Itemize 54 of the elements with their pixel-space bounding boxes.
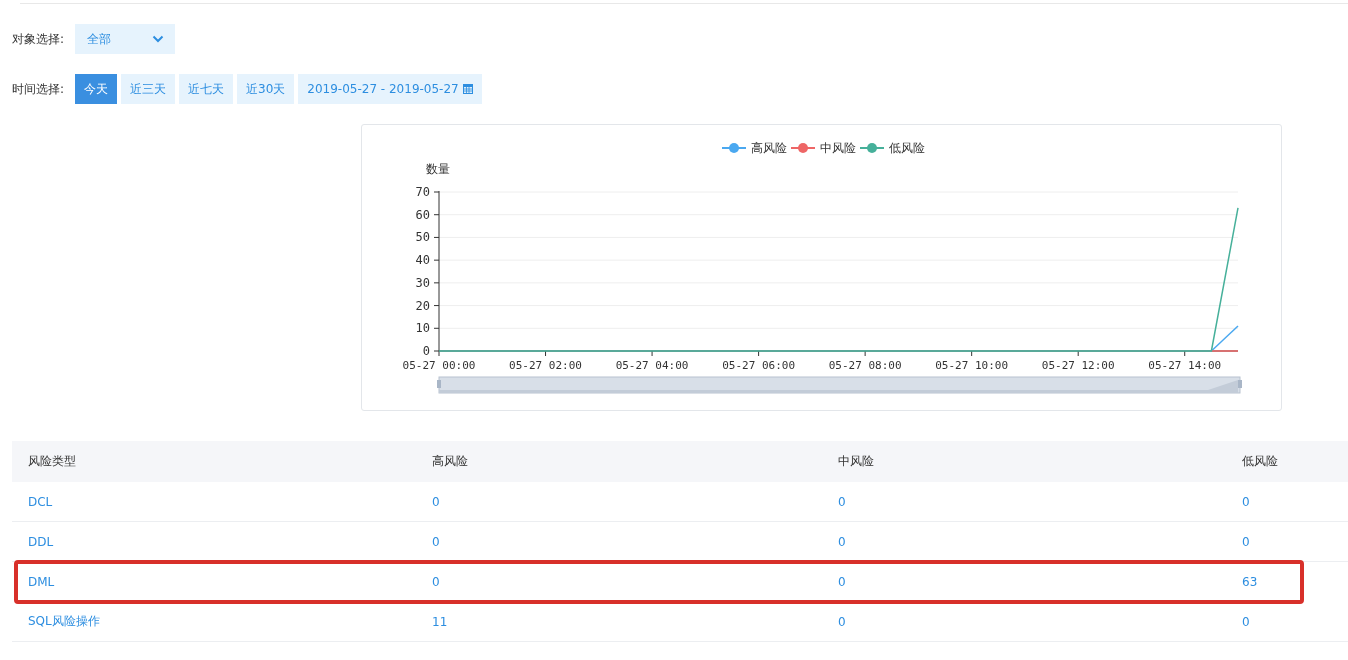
y-tick-label: 30 [415, 275, 430, 290]
table-cell-link[interactable]: DML [16, 574, 416, 589]
x-tick-label: 05-27 00:00 [402, 359, 476, 372]
table-cell-link[interactable]: 0 [416, 534, 822, 549]
y-tick-label: 20 [415, 298, 430, 313]
zoom-slider[interactable] [437, 376, 1242, 394]
x-tick-label: 05-27 08:00 [828, 359, 902, 372]
time-range-button[interactable]: 近七天 [179, 74, 233, 104]
table-cell-link[interactable]: 0 [416, 494, 822, 509]
chevron-down-icon [152, 35, 164, 43]
x-tick-label: 05-27 04:00 [615, 359, 689, 372]
table-cell-link[interactable]: 0 [1226, 494, 1348, 509]
table-cell-link[interactable]: 11 [416, 614, 822, 629]
object-label: 对象选择: [12, 30, 66, 48]
table-cell-link[interactable]: 0 [822, 534, 1226, 549]
table-cell-link[interactable]: 0 [1226, 614, 1348, 629]
calendar-icon [462, 84, 473, 94]
legend-label: 低风险 [889, 141, 925, 155]
time-label: 时间选择: [12, 80, 66, 98]
column-header: 风险类型 [27, 453, 77, 470]
table-cell-link[interactable]: 0 [822, 494, 1226, 509]
y-tick-label: 10 [415, 321, 430, 336]
table-cell-link[interactable]: 0 [1226, 534, 1348, 549]
x-tick-label: 05-27 06:00 [722, 359, 796, 372]
x-tick-label: 05-27 02:00 [509, 359, 582, 372]
y-tick-label: 60 [415, 207, 430, 222]
legend-item[interactable]: 高风险 [721, 141, 787, 155]
table-cell-link[interactable]: 0 [416, 574, 822, 589]
table-cell-link[interactable]: SQL风险操作 [12, 613, 416, 630]
legend-label: 中风险 [820, 141, 856, 155]
legend-item[interactable]: 中风险 [790, 141, 856, 155]
column-header: 高风险 [431, 453, 469, 470]
time-range-button[interactable]: 近三天 [121, 74, 175, 104]
y-tick-label: 70 [415, 185, 430, 199]
y-tick-label: 50 [415, 230, 430, 245]
legend-label: 高风险 [751, 141, 787, 155]
time-range-button[interactable]: 今天 [75, 74, 117, 104]
date-range-picker[interactable]: 2019-05-27 - 2019-05-27 [298, 74, 482, 104]
y-tick-label: 40 [415, 253, 430, 268]
x-tick-label: 05-27 12:00 [1041, 359, 1115, 372]
table-cell-link[interactable]: 0 [822, 574, 1226, 589]
table-cell-link[interactable]: DCL [12, 494, 416, 509]
y-tick-label: 0 [422, 344, 430, 358]
object-select[interactable]: 全部 [75, 24, 175, 54]
x-tick-label: 05-27 14:00 [1148, 359, 1222, 372]
table-cell-link[interactable]: DDL [12, 534, 416, 549]
table-cell-link[interactable]: 63 [1226, 574, 1306, 589]
legend-item[interactable]: 低风险 [859, 141, 925, 155]
table-cell-link[interactable]: 0 [822, 614, 1226, 629]
time-range-button[interactable]: 近30天 [237, 74, 295, 104]
column-header: 中风险 [837, 453, 875, 470]
column-header: 低风险 [1241, 453, 1279, 470]
x-tick-label: 05-27 10:00 [935, 359, 1009, 372]
y-axis-title: 数量 [426, 162, 450, 176]
